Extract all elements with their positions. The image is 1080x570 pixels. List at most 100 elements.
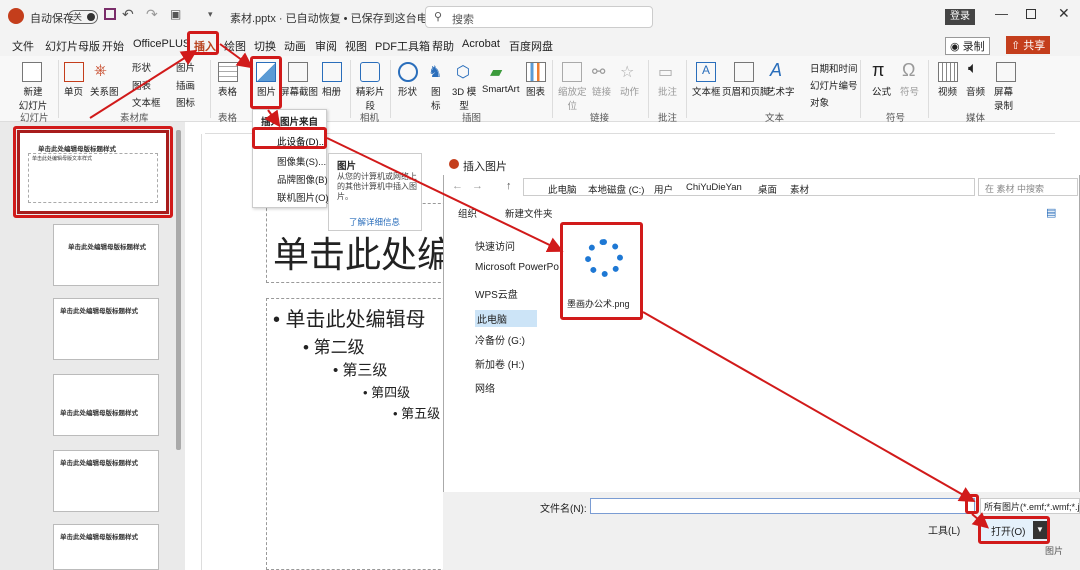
nav-drive-g[interactable]: 冷备份 (G:) [475, 332, 525, 347]
illustration-button[interactable]: 插画 [176, 78, 195, 92]
learn-more-link[interactable]: 了解详细信息 [349, 216, 400, 228]
layout-thumbnail[interactable]: 单击此处编辑母版标题样式 [53, 374, 159, 436]
audio-icon[interactable]: 🔈︎ [968, 60, 988, 80]
record-button[interactable]: ◉ 录制 [945, 37, 990, 55]
path-2[interactable]: 用户 [654, 182, 673, 196]
nav-powerpoint[interactable]: Microsoft PowerPo [475, 262, 559, 273]
up-icon[interactable]: ↑ [506, 180, 512, 192]
equation-button[interactable]: 公式 [872, 84, 891, 98]
body-placeholder[interactable]: • 单击此处编辑母 • 第二级 • 第三级 • 第四级 • 第五级 [266, 298, 456, 570]
path-5[interactable]: 素材 [790, 182, 809, 196]
smartart-icon[interactable]: ▰ [490, 62, 510, 82]
path-4[interactable]: 桌面 [758, 182, 777, 196]
action-icon[interactable]: ☆ [620, 62, 640, 82]
zoom-button[interactable]: 缩放定 位 [558, 84, 587, 112]
file-item[interactable]: 墨画办公术.png [560, 222, 643, 320]
smartart-button[interactable]: SmartArt [482, 84, 519, 95]
tab-draw[interactable]: 绘图 [224, 38, 246, 54]
brand-image-item[interactable]: 品牌图像(B)... [277, 172, 336, 186]
cameo-icon[interactable] [360, 62, 380, 82]
tab-home[interactable]: 开始 [102, 38, 124, 54]
relation-diagram-icon[interactable]: ⎈ [94, 62, 114, 82]
shapes-button[interactable]: 形状 [398, 84, 417, 98]
tab-slide-master[interactable]: 幻灯片母版 [45, 38, 100, 54]
view-options-icon[interactable]: ▤ [1046, 206, 1056, 219]
filename-input[interactable] [590, 498, 975, 514]
album-icon[interactable] [322, 62, 342, 82]
cameo-button[interactable]: 精彩片 段 [356, 84, 385, 112]
video-button[interactable]: 视频 [938, 84, 957, 98]
open-dropdown-icon[interactable]: ▼ [1033, 521, 1047, 539]
chart-button[interactable]: 图表 [526, 84, 545, 98]
tab-transitions[interactable]: 切换 [254, 38, 276, 54]
image-set-item[interactable]: 图像集(S)... [277, 154, 326, 168]
link-icon[interactable]: ⚯ [592, 62, 612, 82]
icon-small-button[interactable]: 图标 [176, 95, 195, 109]
forward-icon[interactable]: → [472, 180, 483, 192]
symbol-button[interactable]: 符号 [900, 84, 919, 98]
address-bar[interactable]: 此电脑 本地磁盘 (C:) 用户 ChiYuDieYan 桌面 素材 [523, 178, 975, 196]
path-0[interactable]: 此电脑 [548, 182, 577, 196]
organize-button[interactable]: 组织 [458, 206, 477, 220]
3d-model-icon[interactable]: ⬡ [456, 62, 476, 82]
qat-dropdown-icon[interactable]: ▾ [208, 9, 213, 20]
comment-button[interactable]: 批注 [658, 84, 677, 98]
header-footer-icon[interactable] [734, 62, 754, 82]
path-3[interactable]: ChiYuDieYan [686, 182, 742, 193]
audio-button[interactable]: 音频 [966, 84, 985, 98]
tab-help[interactable]: 帮助 [432, 38, 454, 54]
table-icon[interactable] [218, 62, 238, 82]
chart-small-button[interactable]: 图表 [132, 78, 151, 92]
icons-icon[interactable]: ♞ [428, 62, 448, 82]
chart-icon[interactable] [526, 62, 546, 82]
album-button[interactable]: 相册 [322, 84, 341, 98]
textbox-small-button[interactable]: 文本框 [132, 95, 161, 109]
wordart-button[interactable]: 艺术字 [766, 84, 795, 98]
tab-review[interactable]: 审阅 [315, 38, 337, 54]
share-button[interactable]: ⇧ 共享 [1006, 36, 1051, 54]
nav-network[interactable]: 网络 [475, 380, 495, 395]
open-button[interactable]: 打开(O) ▼ [978, 516, 1050, 544]
layout-thumbnail[interactable]: 单击此处编辑母版标题样式 [53, 524, 159, 570]
textbox-button[interactable]: 文本框 [692, 84, 721, 98]
path-1[interactable]: 本地磁盘 (C:) [588, 182, 644, 196]
object-button[interactable]: 对象 [810, 95, 829, 109]
thumbnail-scrollbar[interactable] [176, 130, 181, 450]
minimize-icon[interactable]: — [995, 6, 1008, 21]
layout-thumbnail[interactable]: 单击此处编辑母版标题样式 [53, 298, 159, 360]
table-button[interactable]: 表格 [218, 84, 237, 98]
tab-baidu-netdisk[interactable]: 百度网盘 [509, 38, 553, 54]
shape-button[interactable]: 形状 [132, 60, 151, 74]
screen-recording-icon[interactable] [996, 62, 1016, 82]
screenshot-button[interactable]: 屏幕截图 [280, 84, 318, 98]
tab-pdf-tools[interactable]: PDF工具箱 [375, 38, 430, 54]
action-button[interactable]: 动作 [620, 84, 639, 98]
close-icon[interactable]: ✕ [1058, 5, 1070, 22]
header-footer-button[interactable]: 页眉和页脚 [722, 84, 770, 98]
present-icon[interactable]: ▣ [170, 7, 181, 21]
screenshot-icon[interactable] [288, 62, 308, 82]
screen-recording-button[interactable]: 屏幕 录制 [994, 84, 1013, 112]
tab-officeplus[interactable]: OfficePLUS [133, 38, 190, 50]
undo-icon[interactable]: ↶ [122, 6, 134, 23]
layout-thumbnail[interactable]: 单击此处编辑母版标题样式 [53, 224, 159, 286]
new-slide-icon[interactable] [22, 62, 42, 82]
tab-animations[interactable]: 动画 [284, 38, 306, 54]
video-icon[interactable] [938, 62, 958, 82]
nav-this-pc[interactable]: 此电脑 [475, 310, 537, 327]
nav-wps-cloud[interactable]: WPS云盘 [475, 286, 518, 301]
maximize-icon[interactable] [1026, 9, 1036, 19]
single-page-icon[interactable] [64, 62, 84, 82]
save-icon[interactable] [104, 8, 116, 20]
wordart-icon[interactable]: A [770, 60, 790, 80]
symbol-icon[interactable]: Ω [902, 60, 922, 80]
image-small-button[interactable]: 图片 [176, 60, 195, 74]
new-folder-button[interactable]: 新建文件夹 [505, 206, 553, 220]
tab-acrobat[interactable]: Acrobat [462, 38, 500, 50]
equation-icon[interactable]: π [872, 60, 892, 80]
autosave-toggle[interactable]: 关 [68, 10, 98, 24]
relation-diagram-button[interactable]: 关系图 [90, 84, 119, 98]
nav-drive-h[interactable]: 新加卷 (H:) [475, 356, 524, 371]
tools-button[interactable]: 工具(L) [928, 522, 960, 537]
datetime-button[interactable]: 日期和时间 [810, 61, 858, 75]
